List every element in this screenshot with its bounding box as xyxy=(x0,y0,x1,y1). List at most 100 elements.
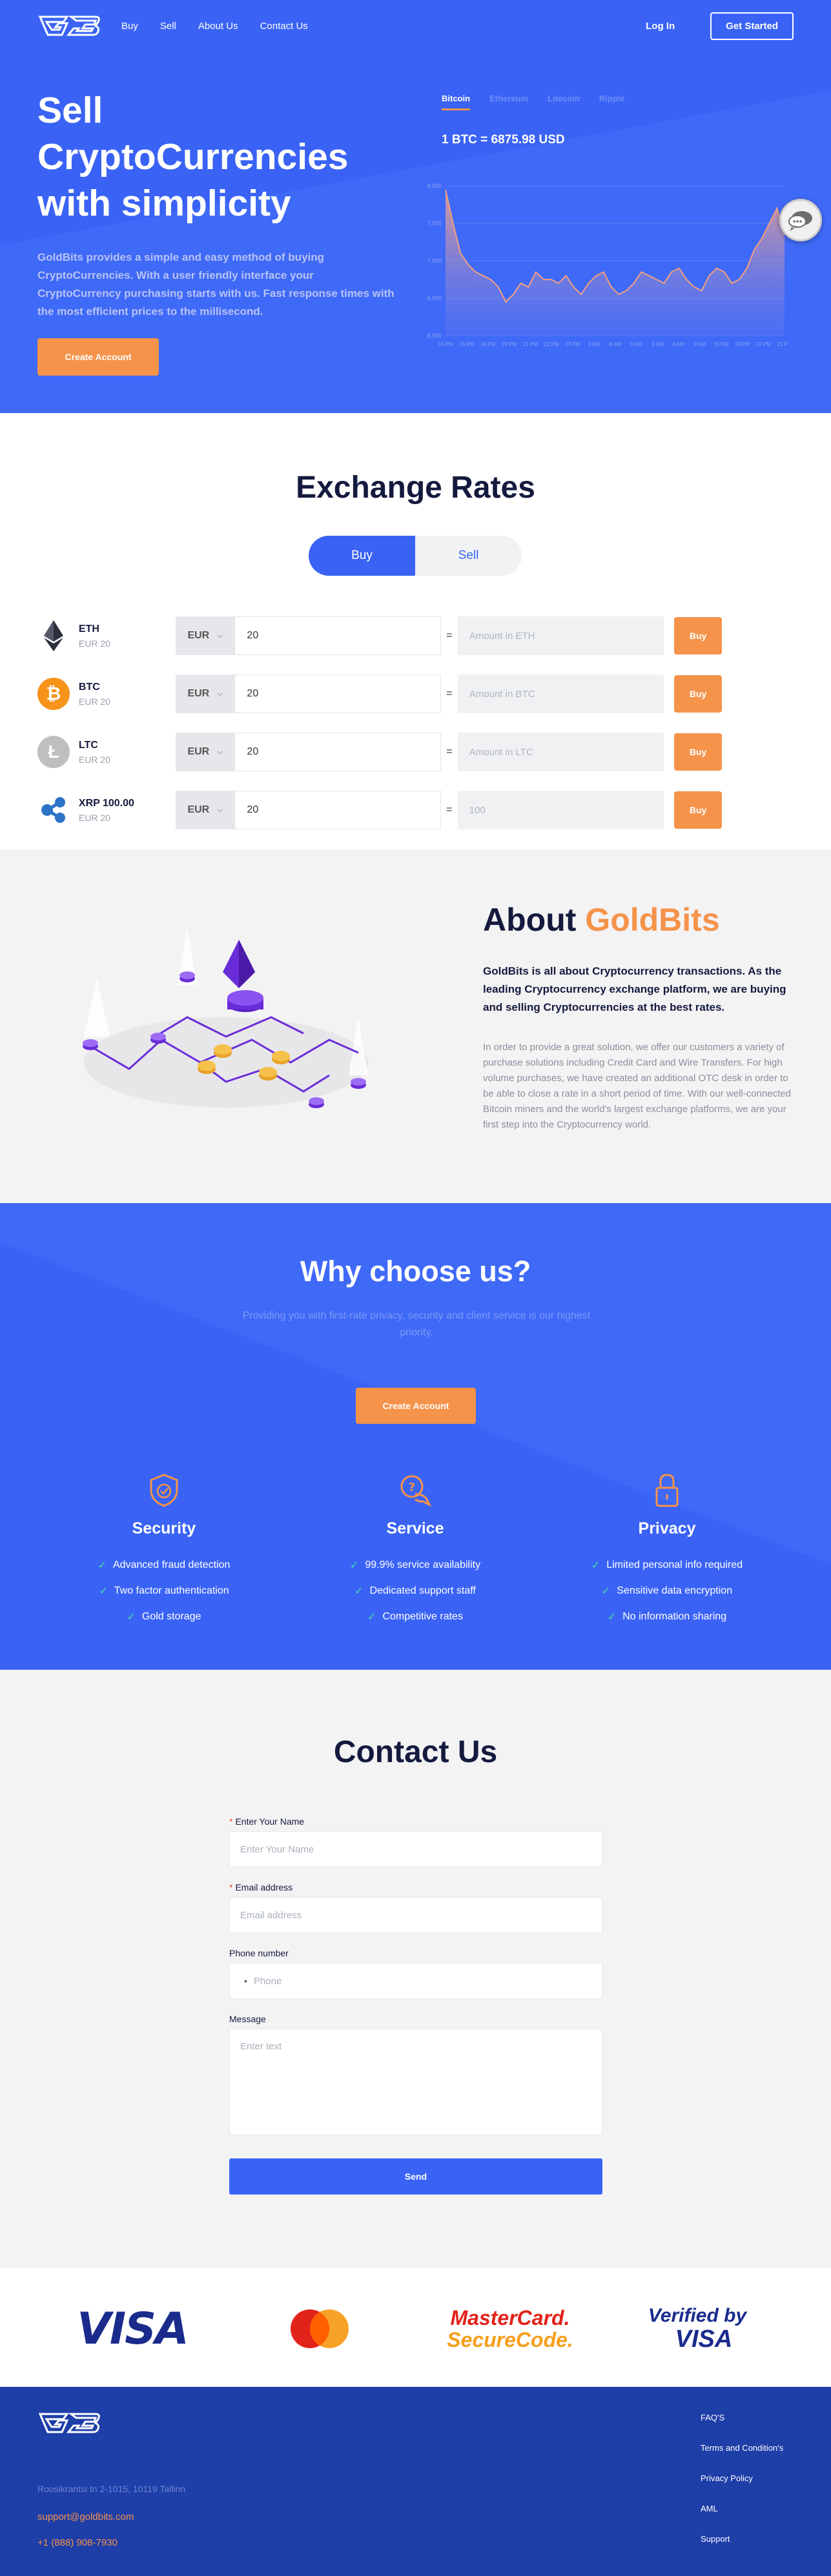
nav-link-sell[interactable]: Sell xyxy=(160,21,176,32)
footer-link-aml[interactable]: AML xyxy=(701,2504,783,2534)
footer-email-link[interactable]: support@goldbits.com xyxy=(37,2511,134,2522)
buy-button[interactable]: Buy xyxy=(674,675,722,713)
payment-logos-section: VISA MasterCard. SecureCode. Verified by… xyxy=(0,2267,831,2387)
btc-icon: ₿ xyxy=(37,678,70,710)
check-icon: ✓ xyxy=(354,1586,364,1597)
feature-item: ✓ Dedicated support staff xyxy=(305,1578,525,1604)
footer-link-terms[interactable]: Terms and Condition's xyxy=(701,2443,783,2473)
amount-input[interactable]: 20 xyxy=(234,674,441,713)
coin-sub: EUR 20 xyxy=(78,812,110,823)
price-chart: 8,000 7,500 7,000 6,500 6,000 15 PM 16 PM 18 P… xyxy=(427,183,788,347)
tab-ripple[interactable]: Ripple xyxy=(599,94,625,110)
amount-input[interactable]: 20 xyxy=(234,791,441,829)
currency-value: EUR xyxy=(187,804,210,815)
hero-description: GoldBits provides a simple and easy meth… xyxy=(37,251,395,318)
top-nav: Buy Sell About Us Contact Us Log In Get … xyxy=(0,0,831,52)
nav-link-contact[interactable]: Contact Us xyxy=(260,21,308,32)
feature-item: ✓ Sensitive data encryption xyxy=(557,1578,777,1604)
footer-link-support[interactable]: Support xyxy=(701,2534,783,2564)
chart-y-tick: 7,000 xyxy=(427,258,442,264)
chart-x-tick: 19 PM xyxy=(502,341,517,347)
feature-item-label: 99.9% service availability xyxy=(365,1559,481,1570)
feature-item-label: Dedicated support staff xyxy=(369,1585,476,1596)
amount-input[interactable]: 20 xyxy=(234,616,441,655)
email-field[interactable]: Email address xyxy=(229,1897,602,1933)
buy-button[interactable]: Buy xyxy=(674,617,722,654)
result-field[interactable]: Amount in ETH xyxy=(457,616,664,655)
get-started-button[interactable]: Get Started xyxy=(710,12,794,40)
buy-button[interactable]: Buy xyxy=(674,733,722,771)
chart-x-tick: 19 PM xyxy=(735,341,750,347)
nav-link-about[interactable]: About Us xyxy=(198,21,238,32)
contact-section: Contact Us * Enter Your Name Enter Your N… xyxy=(0,1670,831,2267)
check-icon: ✓ xyxy=(607,1612,617,1623)
check-icon: ✓ xyxy=(97,1560,107,1571)
chart-y-tick: 6,500 xyxy=(427,295,442,301)
message-textarea[interactable]: Enter text xyxy=(229,2029,602,2135)
result-field[interactable]: Amount in LTC xyxy=(457,733,664,771)
hero-create-account-button[interactable]: Create Account xyxy=(37,338,159,376)
toggle-sell[interactable]: Sell xyxy=(415,536,522,576)
chart-y-tick: 6,000 xyxy=(427,332,442,339)
coin-label: LTC EUR 20 xyxy=(79,740,176,765)
feature-item-label: Advanced fraud detection xyxy=(112,1559,231,1570)
phone-field[interactable]: • Phone xyxy=(229,1963,602,1999)
check-icon: ✓ xyxy=(349,1560,359,1571)
about-title-prefix: About xyxy=(483,902,577,938)
chart-x-tick: 6 AM xyxy=(609,341,621,347)
currency-select[interactable]: EUR ⌵ xyxy=(175,616,235,655)
goldbits-footer-logo[interactable] xyxy=(37,2409,102,2437)
verified-line2: VISA xyxy=(675,2326,733,2353)
buy-button[interactable]: Buy xyxy=(674,791,722,829)
nav-links: Buy Sell About Us Contact Us xyxy=(121,21,308,32)
currency-select[interactable]: EUR ⌵ xyxy=(175,674,235,713)
tab-bitcoin[interactable]: Bitcoin xyxy=(442,94,471,110)
amount-input[interactable]: 20 xyxy=(234,733,441,771)
feature-item: ✓ No information sharing xyxy=(557,1604,777,1630)
why-create-account-button[interactable]: Create Account xyxy=(356,1388,476,1424)
coin-symbol: BTC xyxy=(78,681,100,693)
svg-text:?: ? xyxy=(409,1481,415,1494)
feature-list: ✓ Limited personal info required ✓ Sensiti… xyxy=(557,1552,777,1630)
currency-select[interactable]: EUR ⌵ xyxy=(175,733,235,771)
nav-link-buy[interactable]: Buy xyxy=(121,21,138,32)
coin-symbol: XRP 100.00 xyxy=(78,797,134,809)
footer-link-faq[interactable]: FAQ'S xyxy=(701,2413,783,2443)
feature-title: Service xyxy=(386,1519,444,1537)
feature-item: ✓ 99.9% service availability xyxy=(305,1552,525,1578)
chart-area xyxy=(446,189,785,336)
equals-sign: = xyxy=(446,630,453,641)
footer-phone-link[interactable]: +1 (888) 908-7930 xyxy=(37,2537,118,2548)
why-choose-us-section: Why choose us? Providing you with first-… xyxy=(0,1203,831,1670)
required-asterisk: * xyxy=(229,1882,233,1892)
blockchain-illustration xyxy=(83,927,368,1108)
result-field[interactable]: Amount in BTC xyxy=(457,674,664,713)
feature-list: ✓ 99.9% service availability ✓ Dedicated s… xyxy=(305,1552,525,1630)
coin-sub: EUR 20 xyxy=(78,638,110,649)
footer: Roosikrantsi tn 2-1015, 10119 Tallinn su… xyxy=(0,2387,831,2576)
rate-row-btc: ₿ BTC EUR 20 EUR ⌵ 20 = Amount in BTC Buy xyxy=(37,674,722,713)
coin-label: XRP 100.00 EUR 20 xyxy=(79,798,176,823)
send-button[interactable]: Send xyxy=(229,2158,602,2195)
coin-label: ETH EUR 20 xyxy=(79,624,176,649)
currency-select[interactable]: EUR ⌵ xyxy=(175,791,235,829)
about-title-accent: GoldBits xyxy=(585,902,720,938)
footer-link-privacy[interactable]: Privacy Policy xyxy=(701,2473,783,2504)
country-code-selector[interactable]: • xyxy=(244,1976,247,1986)
tab-ethereum[interactable]: Ethereum xyxy=(489,94,528,110)
toggle-buy[interactable]: Buy xyxy=(309,536,415,576)
rate-row-ltc: Ł LTC EUR 20 EUR ⌵ 20 = Amount in LTC Buy xyxy=(37,733,722,771)
chart-x-tick: 21 PM xyxy=(523,341,538,347)
chevron-down-icon: ⌵ xyxy=(217,747,223,756)
securecode-line1: MasterCard. xyxy=(450,2306,570,2329)
buy-sell-toggle: Buy Sell xyxy=(309,536,522,576)
goldbits-logo[interactable] xyxy=(37,13,102,39)
message-label: Message xyxy=(229,2014,266,2024)
result-field[interactable]: 100 xyxy=(457,791,664,829)
name-label-text: Enter Your Name xyxy=(235,1816,305,1827)
login-link[interactable]: Log In xyxy=(646,21,675,32)
name-field[interactable]: Enter Your Name xyxy=(229,1831,602,1867)
feature-item-label: Competitive rates xyxy=(382,1611,463,1622)
tab-litecoin[interactable]: Litecoin xyxy=(548,94,580,110)
chat-widget-button[interactable] xyxy=(779,199,822,241)
